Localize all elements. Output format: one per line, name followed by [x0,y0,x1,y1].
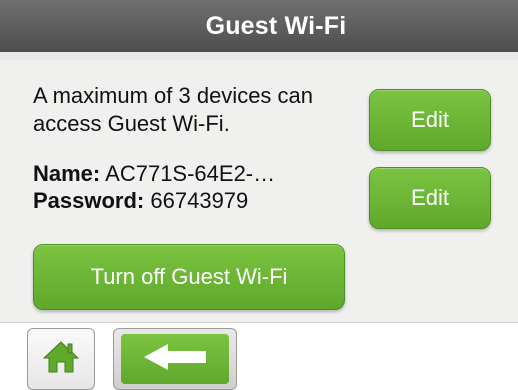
password-value: 66743979 [150,188,249,213]
guest-wifi-screen: Guest Wi-Fi A maximum of 3 devices can a… [0,0,518,390]
back-button[interactable] [113,328,237,390]
credentials-block: Name: AC771S-64E2-… Password: 66743979 [33,160,353,214]
main-panel: A maximum of 3 devices can access Guest … [0,60,518,322]
page-title: Guest Wi-Fi [205,11,347,40]
turn-off-guest-wifi-button[interactable]: Turn off Guest Wi-Fi [33,244,345,310]
back-arrow-icon [142,342,208,377]
password-label: Password: [33,188,145,213]
guest-limit-text: A maximum of 3 devices can access Guest … [33,83,314,136]
network-name-line: Name: AC771S-64E2-… [33,160,353,187]
home-button[interactable] [27,328,95,390]
header-bar: Guest Wi-Fi [0,0,518,52]
edit-credentials-button[interactable]: Edit [369,167,491,229]
back-button-face [121,334,229,384]
footer-bar [0,322,518,390]
home-icon [42,340,80,379]
header-divider [0,52,518,60]
password-line: Password: 66743979 [33,187,353,214]
network-name-label: Name: [33,161,101,186]
edit-limit-button[interactable]: Edit [369,89,491,151]
network-name-value: AC771S-64E2-… [105,161,276,186]
